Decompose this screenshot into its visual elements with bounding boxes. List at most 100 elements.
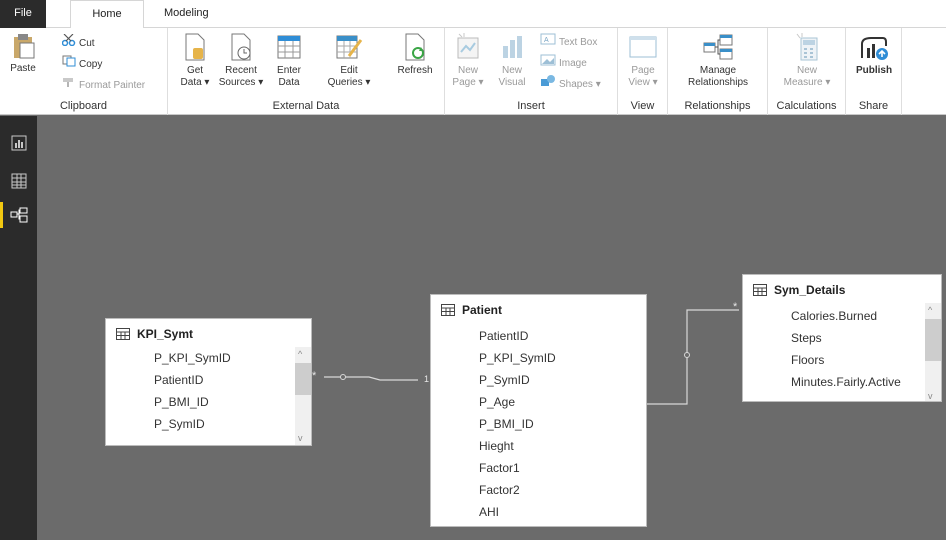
image-icon bbox=[540, 54, 556, 73]
table-icon bbox=[753, 284, 767, 296]
scroll-down-arrow[interactable]: v bbox=[298, 433, 303, 443]
edit-queries-button[interactable]: Edit Queries ▾ bbox=[326, 32, 372, 89]
scrollbar[interactable]: ^ v bbox=[925, 303, 941, 401]
calculations-group-label: Calculations bbox=[776, 100, 837, 112]
get-data-button[interactable]: Get Data ▾ bbox=[178, 32, 212, 89]
copy-button[interactable]: Copy bbox=[62, 55, 102, 73]
view-group-label: View bbox=[630, 100, 655, 112]
new-measure-button[interactable]: New Measure ▾ bbox=[772, 32, 842, 89]
table-icon bbox=[441, 304, 455, 316]
ribbon: Paste Cut Copy Format Painter Clipboard … bbox=[0, 28, 946, 115]
relationship-line-kpi-patient[interactable] bbox=[324, 376, 418, 381]
manage-relationships-button[interactable]: Manage Relationships bbox=[674, 32, 762, 89]
cardinality-marker: * bbox=[733, 301, 738, 313]
data-view-icon bbox=[11, 173, 26, 189]
shapes-label: Shapes ▾ bbox=[559, 79, 601, 91]
text-box-icon: A bbox=[540, 33, 556, 52]
publish-button[interactable]: Publish bbox=[850, 32, 898, 77]
relationships-group: Manage Relationships Relationships bbox=[668, 28, 768, 115]
get-data-label-1: Get bbox=[186, 65, 204, 76]
relationship-line-patient-sym[interactable] bbox=[647, 309, 739, 405]
field-item[interactable]: P_BMI_ID bbox=[154, 395, 209, 409]
tab-home[interactable]: Home bbox=[70, 0, 144, 29]
copy-icon bbox=[62, 55, 76, 74]
get-data-label-2: Data ▾ bbox=[180, 77, 210, 88]
scroll-up-arrow[interactable]: ^ bbox=[298, 349, 302, 359]
refresh-button[interactable]: Refresh bbox=[392, 32, 438, 77]
recent-sources-icon bbox=[231, 33, 251, 61]
field-item[interactable]: PatientID bbox=[154, 373, 203, 387]
relationship-canvas[interactable]: * 1 1 * KPI_Symt P_KPI_SymID PatientID P… bbox=[37, 116, 946, 540]
scrollbar-thumb[interactable] bbox=[925, 319, 941, 361]
relationship-view-button[interactable] bbox=[0, 198, 37, 232]
field-item[interactable]: Calories.Burned bbox=[791, 309, 877, 323]
new-page-icon bbox=[457, 33, 479, 59]
publish-icon bbox=[861, 37, 888, 60]
field-item[interactable]: Factor2 bbox=[479, 483, 520, 497]
edit-queries-icon bbox=[336, 35, 363, 59]
field-item[interactable]: AHI bbox=[479, 505, 499, 519]
tab-file[interactable]: File bbox=[0, 0, 46, 28]
new-page-label-2: Page ▾ bbox=[452, 77, 484, 88]
view-switcher bbox=[0, 116, 37, 540]
tab-modeling[interactable]: Modeling bbox=[150, 0, 223, 28]
shapes-button[interactable]: Shapes ▾ bbox=[540, 75, 601, 93]
table-card-sym-details[interactable]: Sym_Details Calories.Burned Steps Floors… bbox=[742, 274, 942, 402]
svg-text:A: A bbox=[544, 37, 549, 44]
cardinality-marker: * bbox=[312, 370, 317, 382]
field-item[interactable]: P_KPI_SymID bbox=[479, 351, 556, 365]
report-view-icon bbox=[11, 135, 26, 151]
paste-button[interactable]: Paste bbox=[6, 32, 40, 75]
table-card-header: Patient bbox=[441, 303, 502, 317]
field-item[interactable]: Factor1 bbox=[479, 461, 520, 475]
scroll-down-arrow[interactable]: v bbox=[928, 391, 933, 401]
format-painter-button[interactable]: Format Painter bbox=[62, 76, 145, 94]
field-item[interactable]: P_Age bbox=[479, 395, 515, 409]
image-button[interactable]: Image bbox=[540, 54, 587, 72]
bar-chart-icon bbox=[503, 36, 522, 58]
page-view-button[interactable]: Page View ▾ bbox=[624, 32, 662, 89]
recent-sources-label-1: Recent bbox=[225, 65, 257, 76]
enter-data-button[interactable]: Enter Data bbox=[272, 32, 306, 89]
calculations-group: New Measure ▾ Calculations bbox=[768, 28, 846, 115]
clipboard-group: Paste Cut Copy Format Painter Clipboard bbox=[0, 28, 168, 115]
text-box-button[interactable]: A Text Box bbox=[540, 33, 597, 51]
field-item[interactable]: Floors bbox=[791, 353, 824, 367]
recent-sources-button[interactable]: Recent Sources ▾ bbox=[218, 32, 264, 89]
insert-group-label: Insert bbox=[517, 100, 545, 112]
text-box-label: Text Box bbox=[559, 37, 598, 49]
scroll-up-arrow[interactable]: ^ bbox=[928, 305, 932, 315]
cut-button[interactable]: Cut bbox=[61, 33, 95, 53]
edit-queries-label-1: Edit bbox=[340, 65, 358, 76]
field-item[interactable]: Minutes.Fairly.Active bbox=[791, 375, 901, 389]
field-item[interactable]: Steps bbox=[791, 331, 822, 345]
format-painter-icon bbox=[62, 76, 76, 95]
enter-data-label-1: Enter bbox=[277, 65, 301, 76]
scissors-icon bbox=[61, 33, 76, 53]
new-visual-label-1: New bbox=[501, 65, 522, 76]
share-group-label: Share bbox=[858, 100, 889, 112]
table-card-kpi-symt[interactable]: KPI_Symt P_KPI_SymID PatientID P_BMI_ID … bbox=[105, 318, 312, 446]
field-item[interactable]: P_KPI_SymID bbox=[154, 351, 231, 365]
field-item[interactable]: PatientID bbox=[479, 329, 528, 343]
new-measure-label-2: Measure ▾ bbox=[783, 77, 831, 88]
report-view-button[interactable] bbox=[0, 126, 37, 160]
field-item[interactable]: P_SymID bbox=[154, 417, 205, 431]
table-card-patient[interactable]: Patient PatientID P_KPI_SymID P_SymID P_… bbox=[430, 294, 647, 527]
cardinality-marker: 1 bbox=[424, 374, 430, 384]
field-item[interactable]: P_SymID bbox=[479, 373, 530, 387]
external-data-group-label: External Data bbox=[272, 100, 340, 112]
field-item[interactable]: Hieght bbox=[479, 439, 514, 453]
data-view-button[interactable] bbox=[0, 164, 37, 198]
field-item[interactable]: P_BMI_ID bbox=[479, 417, 534, 431]
cut-label: Cut bbox=[79, 38, 95, 50]
new-visual-button[interactable]: New Visual bbox=[495, 32, 529, 89]
scrollbar[interactable]: ^ v bbox=[295, 347, 311, 445]
refresh-label: Refresh bbox=[397, 65, 433, 76]
clipboard-group-label: Clipboard bbox=[59, 100, 108, 112]
manage-relationships-label-1: Manage bbox=[699, 65, 737, 76]
scrollbar-thumb[interactable] bbox=[295, 363, 311, 395]
edit-queries-label-2: Queries ▾ bbox=[327, 77, 371, 88]
relationship-midpoint bbox=[340, 374, 346, 380]
new-page-button[interactable]: New Page ▾ bbox=[451, 32, 485, 89]
